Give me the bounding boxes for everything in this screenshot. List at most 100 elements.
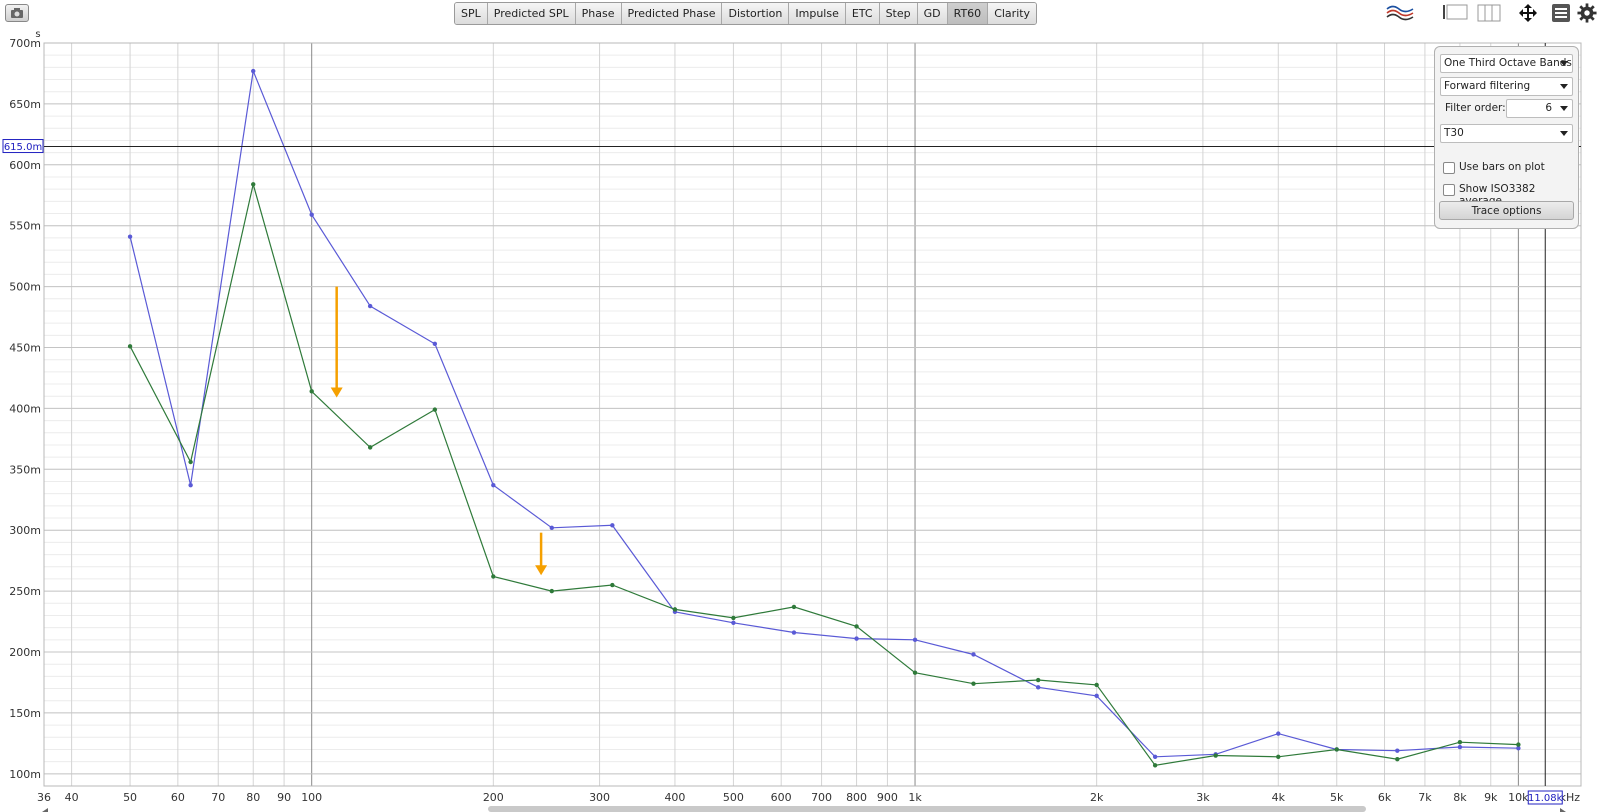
series-2-point bbox=[367, 445, 373, 450]
x-tick-label: 400 bbox=[664, 791, 685, 804]
filtering-value: Forward filtering bbox=[1444, 80, 1531, 92]
series-1-point bbox=[731, 620, 736, 625]
scroll-left-arrow[interactable] bbox=[42, 808, 48, 812]
x-tick-label: 80 bbox=[246, 791, 260, 804]
y-tick-label: 200m bbox=[9, 646, 41, 659]
series-2-point bbox=[1457, 739, 1463, 745]
x-tick-label: 1k bbox=[908, 791, 922, 804]
scroll-right-arrow[interactable] bbox=[1560, 808, 1566, 812]
series-1-point bbox=[912, 637, 918, 643]
x-tick-label: 90 bbox=[277, 791, 291, 804]
x-tick-label: 70 bbox=[211, 791, 225, 804]
cursor-y-readout: 615.0m bbox=[4, 142, 42, 153]
y-axis-unit-label: s bbox=[35, 29, 40, 40]
rt60-chart[interactable]: 700m650m600m550m500m450m400m350m300m250m… bbox=[0, 0, 1600, 812]
iso3382-checkbox[interactable] bbox=[1443, 184, 1455, 196]
series-line-1 bbox=[129, 68, 1519, 758]
y-tick-label: 650m bbox=[9, 98, 41, 111]
bands-value: One Third Octave Bands bbox=[1444, 57, 1572, 69]
series-1-point bbox=[549, 525, 554, 530]
series-1-point bbox=[251, 68, 256, 74]
series-2-point bbox=[1334, 747, 1339, 752]
metric-dropdown[interactable]: T30 bbox=[1440, 124, 1573, 143]
x-tick-labels: 36 40 50 60 70 80 90 100 200 300 400 500 600 700 800 90… bbox=[37, 791, 1580, 804]
x-tick-label: 100 bbox=[301, 791, 322, 804]
series-1-point bbox=[610, 523, 615, 528]
series-1-point bbox=[432, 341, 438, 347]
x-tick-label: 3k bbox=[1196, 791, 1210, 804]
x-tick-label: 500 bbox=[723, 791, 744, 804]
x-tick-label: 4k bbox=[1272, 791, 1286, 804]
minor-grid bbox=[44, 42, 1581, 787]
series-1-point bbox=[1035, 685, 1041, 690]
series-line-2 bbox=[129, 184, 1519, 766]
series-1-point bbox=[309, 212, 314, 217]
y-tick-label: 500m bbox=[9, 281, 41, 294]
series-2-point bbox=[1516, 742, 1521, 747]
chevron-down-icon bbox=[1560, 84, 1568, 89]
filter-order-value: 6 bbox=[1545, 102, 1552, 114]
x-tick-label: 300 bbox=[589, 791, 610, 804]
scroll-thumb[interactable] bbox=[488, 806, 1366, 812]
y-tick-label: 150m bbox=[9, 707, 41, 720]
bands-dropdown[interactable]: One Third Octave Bands bbox=[1440, 54, 1573, 73]
series-2-point bbox=[672, 607, 678, 612]
x-tick-label: 50 bbox=[123, 791, 137, 804]
metric-value: T30 bbox=[1444, 127, 1464, 139]
y-tick-label: 600m bbox=[9, 159, 41, 172]
series-1-point bbox=[1457, 744, 1463, 750]
chevron-down-icon bbox=[1560, 61, 1568, 66]
series-2-point bbox=[491, 574, 496, 579]
series-2-point bbox=[251, 182, 256, 187]
x-tick-label: 200 bbox=[483, 791, 504, 804]
series-2-point bbox=[549, 588, 554, 594]
filter-order-select[interactable]: 6 bbox=[1506, 99, 1573, 118]
series-1-point bbox=[1395, 748, 1400, 753]
series-2-point bbox=[912, 670, 918, 675]
filtering-dropdown[interactable]: Forward filtering bbox=[1440, 77, 1573, 96]
series-1-point bbox=[854, 636, 859, 641]
x-tick-label: 40 bbox=[65, 791, 79, 804]
series-1-point bbox=[188, 482, 193, 488]
series-2-point bbox=[1395, 757, 1400, 762]
major-grid bbox=[43, 42, 1582, 787]
y-tick-label: 100m bbox=[9, 768, 41, 781]
horizontal-scrollbar[interactable] bbox=[42, 806, 1566, 812]
x-tick-label: 36 bbox=[37, 791, 51, 804]
series-2-point bbox=[127, 344, 133, 349]
annotation-arrows bbox=[330, 286, 548, 576]
series-2-point bbox=[1152, 763, 1158, 768]
series-2-point bbox=[188, 459, 193, 465]
y-tick-label: 250m bbox=[9, 585, 41, 598]
x-tick-label: 6k bbox=[1378, 791, 1392, 804]
x-tick-label: 10k bbox=[1508, 791, 1529, 804]
series-1-point bbox=[971, 652, 976, 657]
x-tick-label: 700 bbox=[811, 791, 832, 804]
series-lines bbox=[127, 68, 1521, 768]
series-1-point bbox=[791, 630, 797, 635]
series-2-point bbox=[610, 582, 615, 588]
series-2-point bbox=[309, 389, 314, 394]
chevron-down-icon bbox=[1560, 106, 1568, 111]
x-tick-label: 900 bbox=[877, 791, 898, 804]
series-2-point bbox=[731, 615, 736, 621]
series-1-point bbox=[1276, 731, 1281, 736]
filter-order-label: Filter order: bbox=[1445, 102, 1506, 114]
x-tick-label: 9k bbox=[1484, 791, 1498, 804]
chevron-down-icon bbox=[1560, 131, 1568, 136]
use-bars-checkbox[interactable] bbox=[1443, 162, 1455, 174]
x-tick-label: 8k bbox=[1453, 791, 1467, 804]
cursor-x-readout: 11.08k bbox=[1528, 793, 1563, 804]
y-tick-label: 400m bbox=[9, 402, 41, 415]
plot-frame bbox=[43, 42, 1582, 787]
series-2-point bbox=[1094, 682, 1099, 688]
y-tick-label: 300m bbox=[9, 524, 41, 537]
series-1-point bbox=[491, 482, 496, 488]
x-tick-label: 2k bbox=[1090, 791, 1104, 804]
trace-options-button[interactable]: Trace options bbox=[1439, 201, 1574, 220]
series-2-point bbox=[432, 407, 438, 412]
series-2-point bbox=[1276, 754, 1281, 759]
series-1-point bbox=[1094, 693, 1099, 699]
series-2-point bbox=[1213, 753, 1218, 758]
rt60-options-panel: One Third Octave Bands Forward filtering… bbox=[1434, 46, 1579, 229]
